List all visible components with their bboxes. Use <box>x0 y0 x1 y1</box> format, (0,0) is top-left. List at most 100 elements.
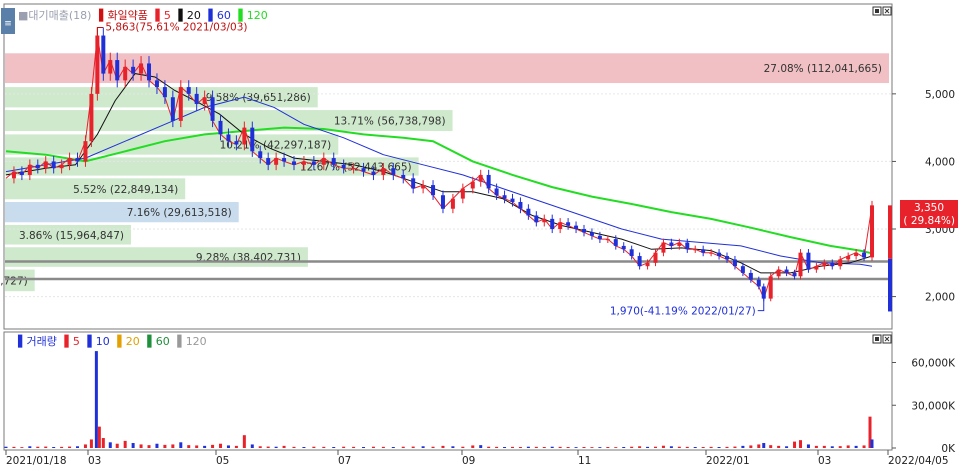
candle-body <box>371 171 376 175</box>
candle-body <box>822 262 827 267</box>
candle-body <box>194 93 199 104</box>
volume-bar <box>163 444 167 448</box>
candle-body <box>653 252 658 263</box>
candle-body <box>558 222 563 230</box>
volume-bar <box>44 446 48 448</box>
volume-bar <box>203 445 207 448</box>
candle-body <box>534 215 539 223</box>
candle-body <box>421 185 426 189</box>
candle-body <box>725 256 730 260</box>
volume-bar <box>487 446 491 448</box>
volume-bar <box>830 446 834 448</box>
volume-bar <box>566 447 570 448</box>
candle-body <box>274 158 279 165</box>
volume-bar <box>757 444 761 448</box>
x-tick-label: 11 <box>578 455 591 467</box>
price-title: 대기매출(18) <box>28 9 91 22</box>
candle-body <box>550 218 555 230</box>
volume-bar <box>701 447 705 448</box>
stock-chart-window: 27.08% (112,041,665) 9.58% (39,651,286) 13… <box>0 0 958 467</box>
volume-panel[interactable] <box>3 331 893 451</box>
volume-bar <box>793 441 797 448</box>
volume-panel-close-icon[interactable] <box>882 334 892 344</box>
panel-menu-label: ≡ <box>4 19 12 29</box>
candle-body <box>460 188 465 199</box>
volume-bar <box>381 446 385 448</box>
candle-body <box>806 252 811 270</box>
candle-body <box>494 188 499 196</box>
candle-body <box>35 164 40 169</box>
candle-body <box>391 168 396 175</box>
candle-body <box>19 171 24 175</box>
volume-bar <box>461 446 465 448</box>
volume-bar <box>155 443 159 448</box>
volume-bar <box>638 446 642 448</box>
volume-bar <box>302 447 306 448</box>
candle-body <box>838 259 843 267</box>
candle-body <box>621 245 626 250</box>
volume-bar <box>741 445 745 448</box>
last-up-bar <box>888 205 892 259</box>
candle-body <box>101 35 106 74</box>
candle-body <box>218 120 223 135</box>
supply-zone-label: 7.16% (29,613,518) <box>127 207 232 219</box>
candle-body <box>862 252 867 258</box>
candle-body <box>170 97 175 121</box>
volume-bar <box>187 445 191 448</box>
candle-body <box>518 201 523 209</box>
candle-body <box>792 272 797 277</box>
volume-bar <box>441 445 445 448</box>
candle-body <box>210 97 215 121</box>
volume-tick-label: 60,000K <box>911 358 956 370</box>
volume-bar <box>258 446 262 448</box>
candle-body <box>846 256 851 260</box>
volume-bar <box>846 445 850 448</box>
candle-body <box>89 93 94 142</box>
volume-bar <box>250 444 254 448</box>
volume-bar <box>630 446 634 448</box>
candle-body <box>661 242 666 253</box>
volume-bar <box>234 445 238 448</box>
chart-canvas[interactable]: 27.08% (112,041,665)9.58% (39,651,286)13… <box>0 0 958 467</box>
candle-body <box>51 161 56 169</box>
volume-bar <box>20 447 24 448</box>
price-tick-label: 2,000 <box>925 292 955 304</box>
volume-bar <box>749 445 753 448</box>
candle-body <box>67 158 72 165</box>
candle-body <box>776 269 781 277</box>
volume-bar <box>421 446 425 448</box>
candle-body <box>740 266 745 273</box>
x-tick-label: 09 <box>462 455 475 467</box>
volume-bar <box>451 446 455 448</box>
price-panel-close-icon[interactable] <box>882 6 892 16</box>
candle-body <box>331 158 336 165</box>
candle-body <box>486 174 491 189</box>
volume-bar <box>870 439 874 448</box>
volume-panel-restore-icon[interactable] <box>872 334 882 344</box>
volume-bar <box>131 443 135 448</box>
volume-bar <box>677 446 681 448</box>
candle-body <box>401 174 406 179</box>
volume-bar <box>685 446 689 448</box>
volume-bar <box>654 446 657 448</box>
volume-bar <box>518 447 522 448</box>
candle-body <box>178 87 183 121</box>
volume-bar <box>76 446 80 448</box>
volume-bar <box>814 445 818 448</box>
volume-bar <box>312 446 316 448</box>
price-panel-restore-icon[interactable] <box>872 6 882 16</box>
volume-bar <box>83 444 87 448</box>
volume-bar <box>226 445 230 448</box>
candle-body <box>226 134 231 142</box>
candle-body <box>814 266 819 270</box>
volume-bar <box>717 447 721 448</box>
volume-bar <box>510 446 514 448</box>
current-price: 3,350 <box>914 202 944 214</box>
stock-name: 화일약품 <box>107 8 147 22</box>
candle-body <box>282 158 287 162</box>
candle-body <box>301 161 306 165</box>
candle-body <box>581 229 586 233</box>
candle-body <box>242 127 247 145</box>
volume-bar <box>471 445 475 448</box>
candle-body <box>637 256 642 267</box>
